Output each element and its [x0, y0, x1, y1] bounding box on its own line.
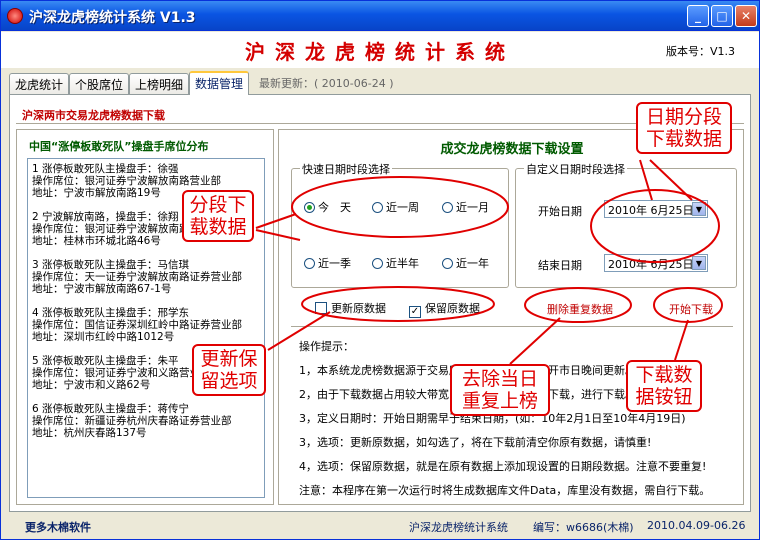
tip-line: 4，选项：保留原数据，就是在原有数据上添加现设置的日期段数据。注意不要重复! [299, 460, 707, 473]
broker-address: 地址：深圳市红岭中路1012号 [32, 331, 175, 343]
checkbox-label: 保留原数据 [425, 302, 480, 315]
annotation-update-keep: 更新保留选项 [192, 344, 266, 396]
broker-name: 1 涨停板敢死队主操盘手：徐强 [32, 163, 179, 175]
data-management-panel: 沪深两市交易龙虎榜数据下载 中国“涨停板敢死队”操盘手席位分布 1 涨停板敢死队… [9, 94, 751, 512]
divider [16, 123, 744, 124]
minimize-button[interactable]: _ [687, 5, 709, 27]
window-title: 沪深龙虎榜统计系统 V1.3 [29, 10, 196, 26]
quick-date-group-title: 快速日期时段选择 [300, 161, 392, 177]
checkmark-icon: ✓ [409, 306, 421, 318]
tab-data-management[interactable]: 数据管理 [189, 71, 250, 95]
broker-address: 地址：杭州庆春路137号 [32, 427, 147, 439]
broker-name: 3 涨停板敢死队主操盘手：马信琪 [32, 259, 190, 271]
footer-dates: 2010.04.09-06.26 [647, 519, 746, 532]
broker-address: 地址：宁波市解放南路67-1号 [32, 283, 172, 295]
version-label: 版本号：V1.3 [666, 45, 736, 58]
end-date-label: 结束日期 [538, 259, 582, 272]
custom-date-group-title: 自定义日期时段选择 [524, 161, 627, 177]
broker-seat: 操作席位：国信证券深圳红岭中路证券营业部 [32, 319, 242, 331]
chevron-down-icon[interactable]: ▼ [692, 202, 706, 216]
checkbox-label: 更新原数据 [331, 302, 386, 315]
broker-seat: 操作席位：新疆证券杭州庆春路证券营业部 [32, 415, 232, 427]
tab-stock-seats[interactable]: 个股席位 [69, 73, 130, 94]
more-software-link[interactable]: 更多木棉软件 [25, 519, 91, 535]
download-settings-panel: 成交龙虎榜数据下载设置 快速日期时段选择 今 天 近一周 近一月 近一季 近半年… [278, 129, 744, 505]
start-date-picker[interactable]: 2010年 6月25日 ▼ [604, 200, 708, 218]
annotation-date-range: 日期分段下载数据 [636, 102, 732, 154]
tab-dragon-stats[interactable]: 龙虎统计 [9, 73, 70, 94]
list-item: 3 涨停板敢死队主操盘手：马信琪 操作席位：天一证券宁波解放南路证券营业部 地址… [32, 259, 260, 295]
radio-dot [442, 258, 453, 269]
app-heading: 沪深龙虎榜统计系统 [245, 40, 515, 64]
broker-seat: 操作席位：天一证券宁波解放南路证券营业部 [32, 271, 242, 283]
app-icon [7, 8, 23, 24]
end-date-picker[interactable]: 2010年 6月25日 ▼ [604, 254, 708, 272]
tip-line: 3，选项：更新原数据，如勾选了，将在下载前清空你原有数据，请慎重! [299, 436, 652, 449]
radio-year[interactable]: 近一年 [442, 255, 489, 271]
footer: 更多木棉软件 沪深龙虎榜统计系统 编写：w6686(木棉) 2010.04.09… [1, 513, 759, 539]
tab-list-details[interactable]: 上榜明细 [129, 73, 190, 94]
radio-label: 近一月 [456, 201, 489, 214]
divider [291, 326, 733, 327]
keep-original-checkbox[interactable]: ✓ 保留原数据 [409, 300, 480, 318]
latest-update: 最新更新：( 2010-06-24 ) [259, 77, 394, 90]
tip-line: 注意：本程序在第一次运行时将生成数据库文件Data，库里没有数据，需自行下载。 [299, 484, 711, 497]
broker-name: 4 涨停板敢死队主操盘手：邢学东 [32, 307, 190, 319]
radio-dot [442, 202, 453, 213]
radio-label: 近一年 [456, 257, 489, 270]
broker-name: 6 涨停板敢死队主操盘手：蒋传宁 [32, 403, 190, 415]
list-item: 4 涨停板敢死队主操盘手：邢学东 操作席位：国信证券深圳红岭中路证券营业部 地址… [32, 307, 260, 343]
broker-panel: 中国“涨停板敢死队”操盘手席位分布 1 涨停板敢死队主操盘手：徐强 操作席位：银… [16, 129, 274, 505]
maximize-button[interactable]: □ [711, 5, 733, 27]
app-window: 沪深龙虎榜统计系统 V1.3 _ □ ✕ 沪深龙虎榜统计系统 版本号：V1.3 … [0, 0, 760, 540]
footer-app-name: 沪深龙虎榜统计系统 [409, 521, 508, 534]
start-download-button[interactable]: 开始下载 [669, 301, 713, 317]
checkbox-box [315, 302, 327, 314]
radio-label: 近半年 [386, 257, 419, 270]
radio-label: 近一周 [386, 201, 419, 214]
annotation-segment: 分段下载数据 [182, 190, 254, 242]
close-button[interactable]: ✕ [735, 5, 757, 27]
radio-week[interactable]: 近一周 [372, 199, 419, 215]
section-title: 沪深两市交易龙虎榜数据下载 [22, 109, 165, 122]
custom-date-group: 自定义日期时段选择 开始日期 2010年 6月25日 ▼ 结束日期 2010年 6… [515, 161, 737, 288]
radio-today[interactable]: 今 天 [304, 199, 351, 215]
quick-date-group: 快速日期时段选择 今 天 近一周 近一月 近一季 近半年 近一年 [291, 161, 509, 288]
radio-label: 今 天 [318, 201, 351, 214]
start-date-value: 2010年 6月25日 [608, 204, 694, 217]
app-banner: 沪深龙虎榜统计系统 版本号：V1.3 [1, 32, 759, 68]
radio-quarter[interactable]: 近一季 [304, 255, 351, 271]
list-item: 6 涨停板敢死队主操盘手：蒋传宁 操作席位：新疆证券杭州庆春路证券营业部 地址：… [32, 403, 260, 439]
radio-dot [372, 202, 383, 213]
chevron-down-icon[interactable]: ▼ [692, 256, 706, 270]
tab-bar: 龙虎统计 个股席位 上榜明细 数据管理 最新更新：( 2010-06-24 ) [9, 71, 749, 95]
start-date-label: 开始日期 [538, 205, 582, 218]
annotation-download-button: 下载数据铵钮 [626, 360, 702, 412]
update-original-checkbox[interactable]: 更新原数据 [315, 300, 386, 316]
annotation-dedupe: 去除当日重复上榜 [450, 364, 550, 416]
broker-seat: 操作席位：银河证券宁波解放南路营业部 [32, 175, 221, 187]
radio-dot-selected [304, 202, 315, 213]
radio-label: 近一季 [318, 257, 351, 270]
broker-panel-title: 中国“涨停板敢死队”操盘手席位分布 [29, 140, 209, 153]
radio-dot [304, 258, 315, 269]
delete-duplicates-button[interactable]: 删除重复数据 [547, 301, 613, 317]
radio-half-year[interactable]: 近半年 [372, 255, 419, 271]
end-date-value: 2010年 6月25日 [608, 258, 694, 271]
footer-author: 编写：w6686(木棉) [533, 521, 634, 534]
radio-month[interactable]: 近一月 [442, 199, 489, 215]
radio-dot [372, 258, 383, 269]
title-bar[interactable]: 沪深龙虎榜统计系统 V1.3 _ □ ✕ [1, 1, 759, 31]
tips-title: 操作提示： [299, 340, 354, 353]
